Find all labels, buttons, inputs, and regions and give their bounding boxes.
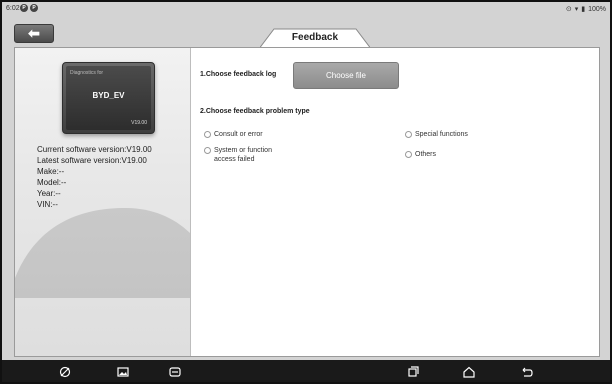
step2-label: 2.Choose feedback problem type: [200, 108, 310, 115]
battery-icon: ▮: [581, 6, 586, 13]
notification-icon: P: [20, 4, 28, 12]
wifi-icon: ▾: [574, 6, 579, 13]
vehicle-version: V19.00: [131, 120, 147, 126]
notification-icon: P: [30, 4, 38, 12]
return-icon[interactable]: [520, 366, 534, 378]
vci-icon[interactable]: [168, 366, 182, 378]
navigation-bar: [2, 360, 610, 382]
radio-button[interactable]: [204, 131, 211, 138]
current-software-version: Current software version:V19.00: [37, 145, 152, 154]
vin-value: VIN:--: [37, 200, 58, 209]
tab-feedback[interactable]: Feedback: [260, 28, 370, 48]
assistant-icon[interactable]: [58, 366, 72, 378]
vehicle-name: BYD_EV: [92, 91, 125, 100]
choose-file-button[interactable]: Choose file: [293, 62, 399, 89]
vehicle-details: Current software version:V19.00 Latest s…: [37, 144, 152, 210]
vehicle-info-panel: Diagnostics for BYD_EV V19.00 Current so…: [15, 48, 191, 356]
back-icon: ⬅: [28, 25, 40, 41]
battery-level: 100%: [588, 5, 606, 13]
gallery-icon[interactable]: [116, 366, 130, 378]
option-consult-or-error[interactable]: Consult or error: [204, 130, 263, 139]
step1-label: 1.Choose feedback log: [200, 71, 277, 78]
tab-title: Feedback: [291, 32, 339, 43]
radio-button[interactable]: [405, 131, 412, 138]
diagnostics-label: Diagnostics for: [70, 70, 104, 76]
latest-software-version: Latest software version:V19.00: [37, 156, 147, 165]
option-label-line1: System or function: [214, 147, 272, 154]
feedback-panel: 1.Choose feedback log Choose file 2.Choo…: [192, 48, 599, 356]
option-label: Others: [415, 151, 437, 158]
model-value: Model:--: [37, 178, 67, 187]
option-others[interactable]: Others: [405, 150, 436, 159]
main-content: Diagnostics for BYD_EV V19.00 Current so…: [14, 47, 600, 357]
make-value: Make:--: [37, 167, 65, 176]
option-label: Consult or error: [214, 131, 263, 138]
year-value: Year:--: [37, 189, 61, 198]
option-label: System or function access failed: [214, 146, 272, 164]
radio-button[interactable]: [405, 151, 412, 158]
back-button[interactable]: ⬅: [14, 24, 54, 43]
recent-apps-icon[interactable]: [406, 366, 420, 378]
home-icon[interactable]: [462, 366, 476, 378]
radio-button[interactable]: [204, 147, 211, 154]
option-label-line2: access failed: [214, 156, 255, 163]
vehicle-card: Diagnostics for BYD_EV V19.00: [62, 62, 155, 134]
vehicle-card-inner: Diagnostics for BYD_EV V19.00: [66, 66, 151, 130]
option-system-access-failed[interactable]: System or function access failed: [204, 146, 272, 164]
app-window: 6:02 P P ⊙ ▾ ▮ 100% ⬅ Feedback Diagnosti…: [0, 0, 612, 384]
option-label: Special functions: [415, 131, 468, 138]
location-icon: ⊙: [565, 6, 572, 13]
option-special-functions[interactable]: Special functions: [405, 130, 468, 139]
status-time: 6:02: [6, 5, 20, 12]
status-right: ⊙ ▾ ▮ 100%: [565, 5, 606, 14]
status-bar: 6:02 P P ⊙ ▾ ▮ 100%: [2, 2, 610, 16]
